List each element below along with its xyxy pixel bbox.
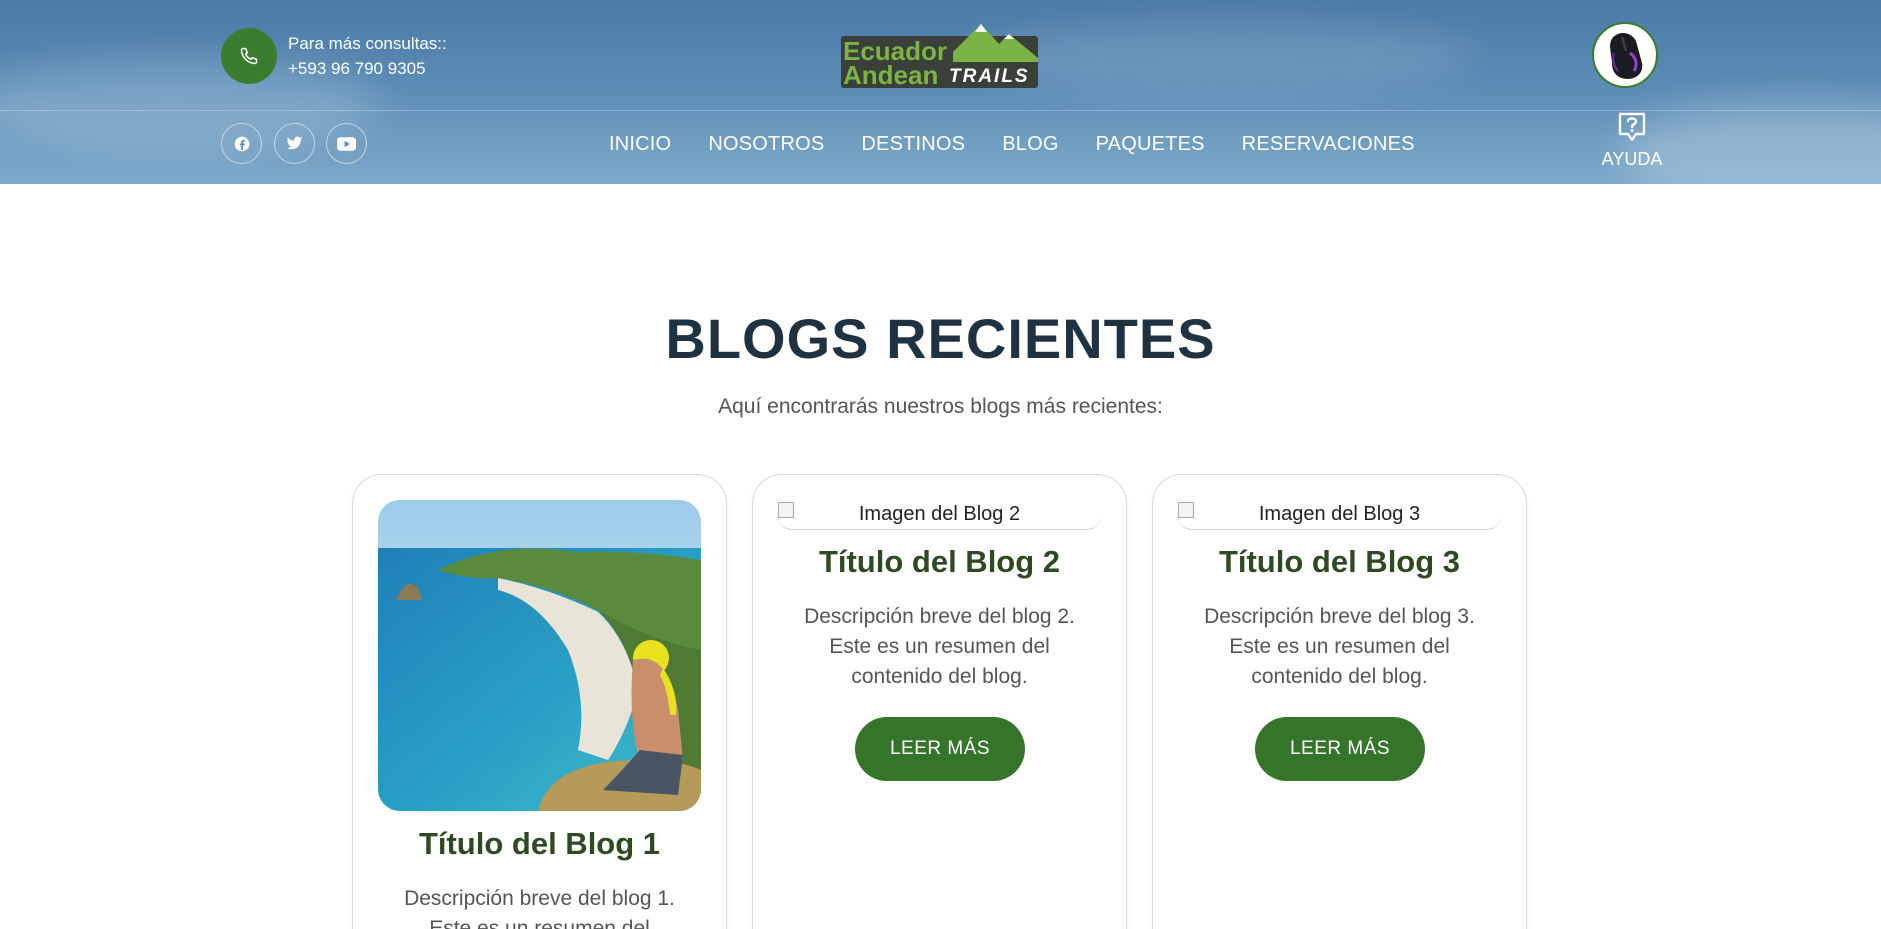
blog-image-2[interactable]: Imagen del Blog 2 [778,500,1101,530]
blog-card-3: Imagen del Blog 3 Título del Blog 3 Desc… [1152,474,1527,929]
logo-text-trails: TRAILS [949,66,1030,87]
blog-desc-1: Descripción breve del blog 1. Este es un… [404,887,675,929]
nav-item-paquetes[interactable]: PAQUETES [1096,128,1205,160]
broken-image-icon [1178,502,1194,518]
nav-item-reservaciones[interactable]: RESERVACIONES [1242,128,1415,160]
blog-card-2: Imagen del Blog 2 Título del Blog 2 Desc… [752,474,1127,929]
blog-card-1: Título del Blog 1 Descripción breve del … [352,474,727,929]
phone-button[interactable] [221,28,277,84]
blog-title-1[interactable]: Título del Blog 1 [353,826,726,862]
help-question-icon [1618,112,1646,142]
help-button[interactable]: AYUDA [1600,111,1664,170]
facebook-icon [234,136,249,151]
coastal-landscape-image [378,500,701,811]
main-nav: INICIO NOSOTROS DESTINOS BLOG PAQUETES R… [609,128,1415,160]
blog-title-3[interactable]: Título del Blog 3 [1153,544,1526,580]
blog-desc-2: Descripción breve del blog 2. Este es un… [804,605,1075,688]
header-cloud [980,20,1480,90]
read-more-button-2[interactable]: LEER MÁS [855,717,1025,781]
twitter-icon [286,136,303,150]
nav-item-destinos[interactable]: DESTINOS [861,128,965,160]
blog-title-2[interactable]: Título del Blog 2 [753,544,1126,580]
help-label: AYUDA [1601,149,1663,169]
read-more-button-3[interactable]: LEER MÁS [1255,717,1425,781]
section-title: BLOGS RECIENTES [665,307,1216,370]
contact-info: Para más consultas:: +593 96 790 9305 [288,32,447,82]
blog-image-1[interactable] [378,500,701,811]
twitter-button[interactable] [274,123,315,164]
facebook-button[interactable] [221,123,262,164]
logo-text-andean: Andean [843,60,938,88]
nav-item-inicio[interactable]: INICIO [609,128,671,160]
contact-phone[interactable]: +593 96 790 9305 [288,56,447,82]
site-logo[interactable]: Ecuador Andean TRAILS [841,22,1038,88]
site-header: Para más consultas:: +593 96 790 9305 Ec… [0,0,1881,184]
blog-image-alt-3: Imagen del Blog 3 [1258,503,1421,525]
broken-image-icon [778,502,794,518]
section-subtitle: Aquí encontrarás nuestros blogs más reci… [718,395,1163,418]
header-divider [0,110,1881,111]
blog-desc-3: Descripción breve del blog 3. Este es un… [1204,605,1475,688]
blog-image-3[interactable]: Imagen del Blog 3 [1178,500,1501,530]
youtube-icon [337,136,356,151]
youtube-button[interactable] [326,123,367,164]
gaming-mouse-icon [1610,33,1643,79]
contact-label: Para más consultas:: [288,34,447,53]
nav-item-nosotros[interactable]: NOSOTROS [708,128,824,160]
nav-item-blog[interactable]: BLOG [1002,128,1058,160]
blog-image-alt-2: Imagen del Blog 2 [858,503,1021,525]
user-avatar[interactable] [1592,22,1658,88]
phone-icon [240,47,258,65]
